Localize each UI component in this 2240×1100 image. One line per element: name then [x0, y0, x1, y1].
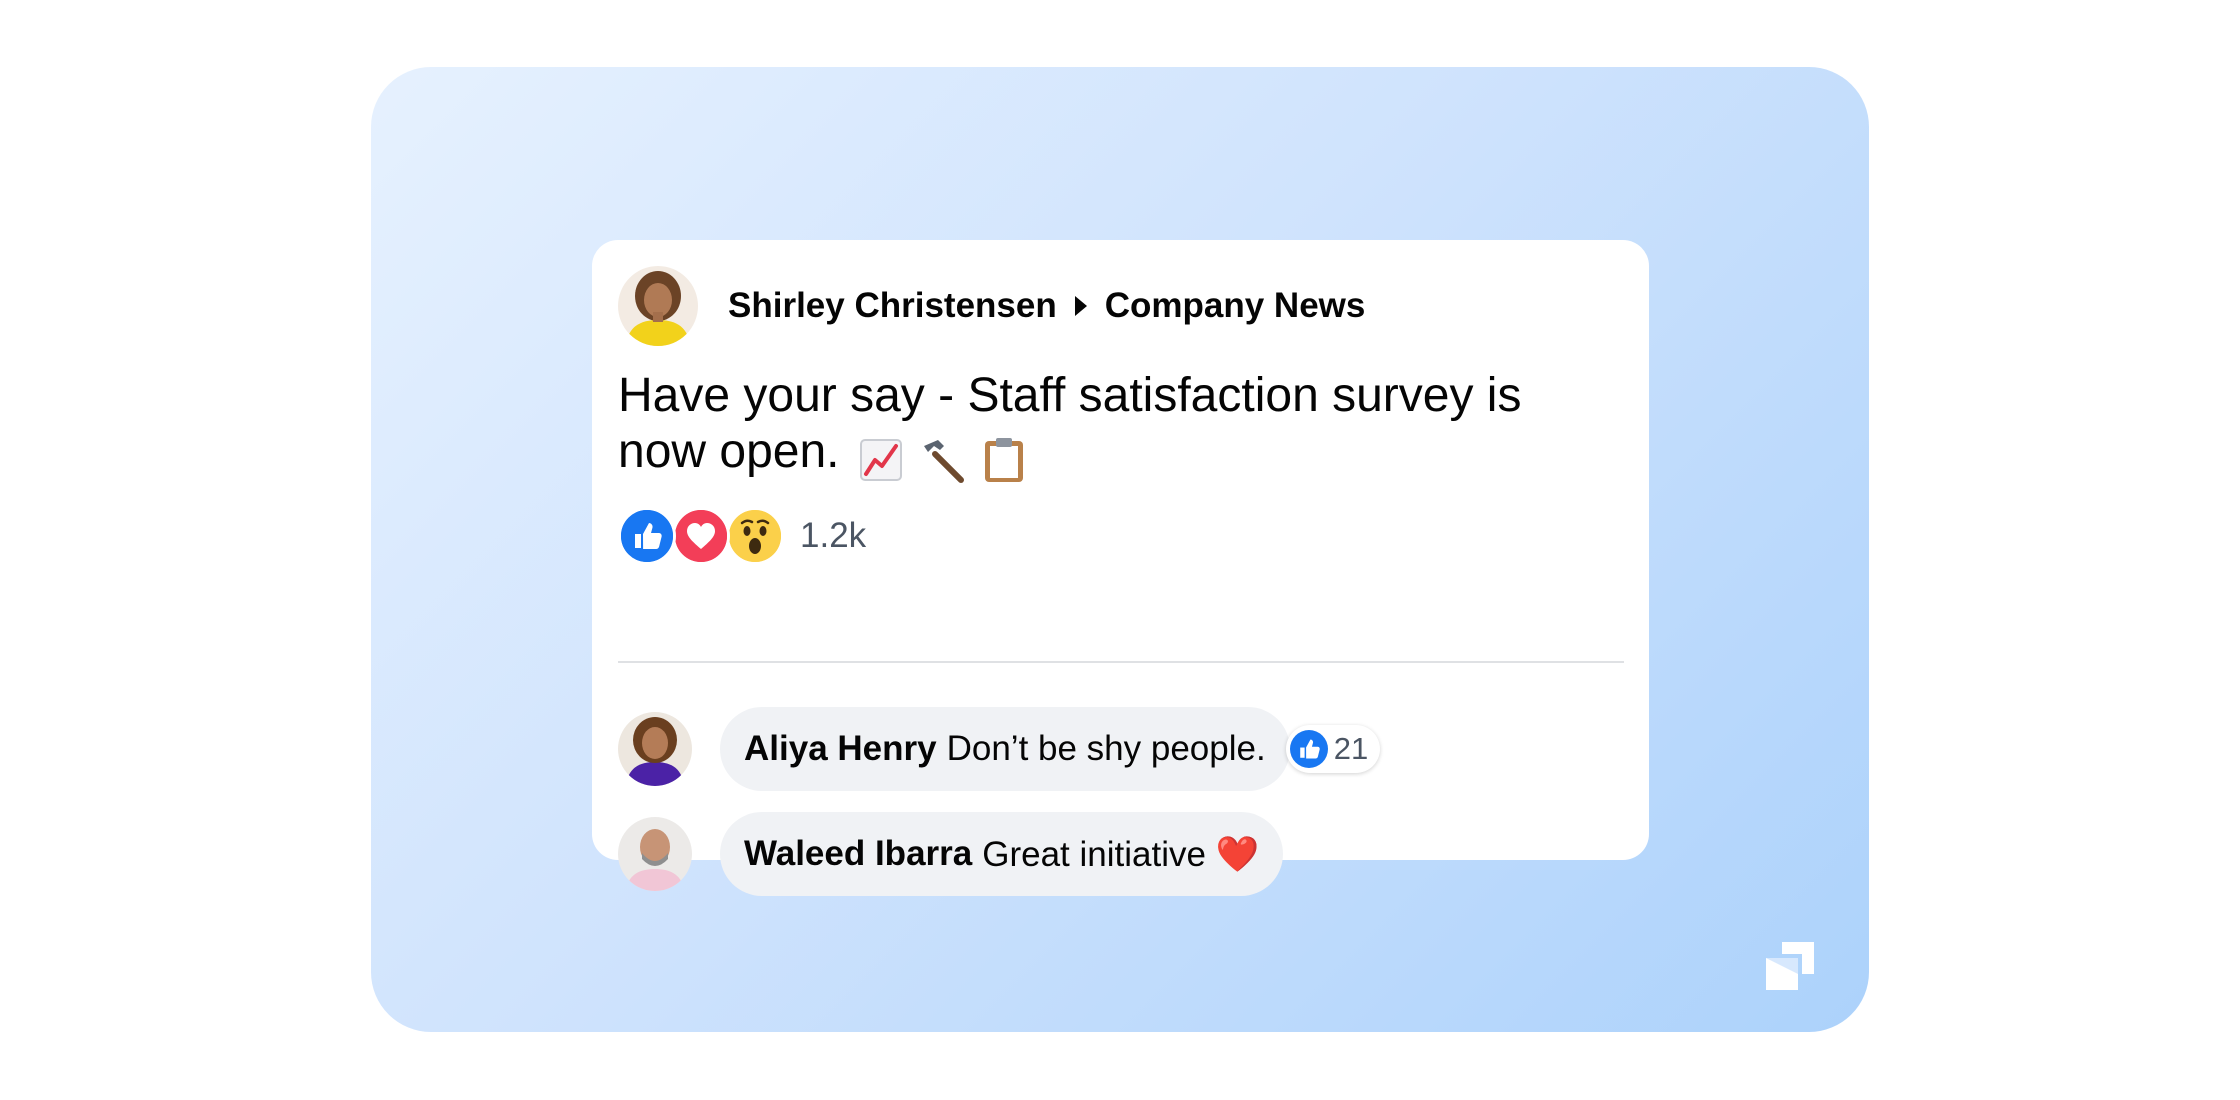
post-body: Have your say - Staff satisfaction surve… — [618, 368, 1618, 486]
comment-text: Great initiative ❤️ — [982, 834, 1260, 874]
comment-author[interactable]: Aliya Henry — [744, 729, 937, 769]
like-reaction-icon — [618, 507, 676, 565]
love-reaction-icon — [672, 507, 730, 565]
background-panel: Shirley Christensen Company News Have yo… — [371, 67, 1869, 1032]
reaction-count: 1.2k — [800, 516, 867, 555]
commenter-avatar-image — [618, 712, 692, 786]
chart-increasing-emoji — [859, 439, 902, 482]
commenter-avatar[interactable] — [618, 817, 692, 891]
caret-right-icon — [1073, 286, 1089, 326]
comment-bubble[interactable]: Aliya Henry Don’t be shy people. — [720, 707, 1290, 791]
comment-like-badge[interactable]: 21 — [1285, 725, 1381, 773]
post-card: Shirley Christensen Company News Have yo… — [592, 240, 1649, 896]
comment-like-count: 21 — [1333, 731, 1369, 766]
comment-item: Waleed Ibarra Great initiative ❤️ — [618, 812, 1284, 896]
author-avatar[interactable] — [618, 266, 698, 346]
clipboard-emoji — [984, 438, 1023, 483]
post-header: Shirley Christensen Company News — [618, 266, 1365, 346]
comment-bubble[interactable]: Waleed Ibarra Great initiative ❤️ — [720, 812, 1284, 896]
brand-logo-icon — [1764, 940, 1816, 992]
post-emojis — [859, 430, 1028, 486]
comment-author[interactable]: Waleed Ibarra — [744, 834, 972, 874]
divider — [618, 661, 1624, 663]
post-author-name[interactable]: Shirley Christensen — [728, 286, 1057, 326]
like-reaction-icon — [1289, 730, 1328, 768]
reactions-summary[interactable]: 1.2k — [618, 507, 866, 565]
comment-item: Aliya Henry Don’t be shy people. 21 — [618, 707, 1381, 791]
author-avatar-image — [618, 266, 698, 346]
wow-reaction-icon — [726, 507, 784, 565]
post-header-names: Shirley Christensen Company News — [728, 286, 1365, 326]
hammer-emoji — [924, 440, 965, 484]
post-group-name[interactable]: Company News — [1105, 286, 1366, 326]
commenter-avatar[interactable] — [618, 712, 692, 786]
comment-text: Don’t be shy people. — [946, 729, 1266, 768]
commenter-avatar-image — [618, 817, 692, 891]
post-text: Have your say - Staff satisfaction surve… — [618, 369, 1522, 478]
